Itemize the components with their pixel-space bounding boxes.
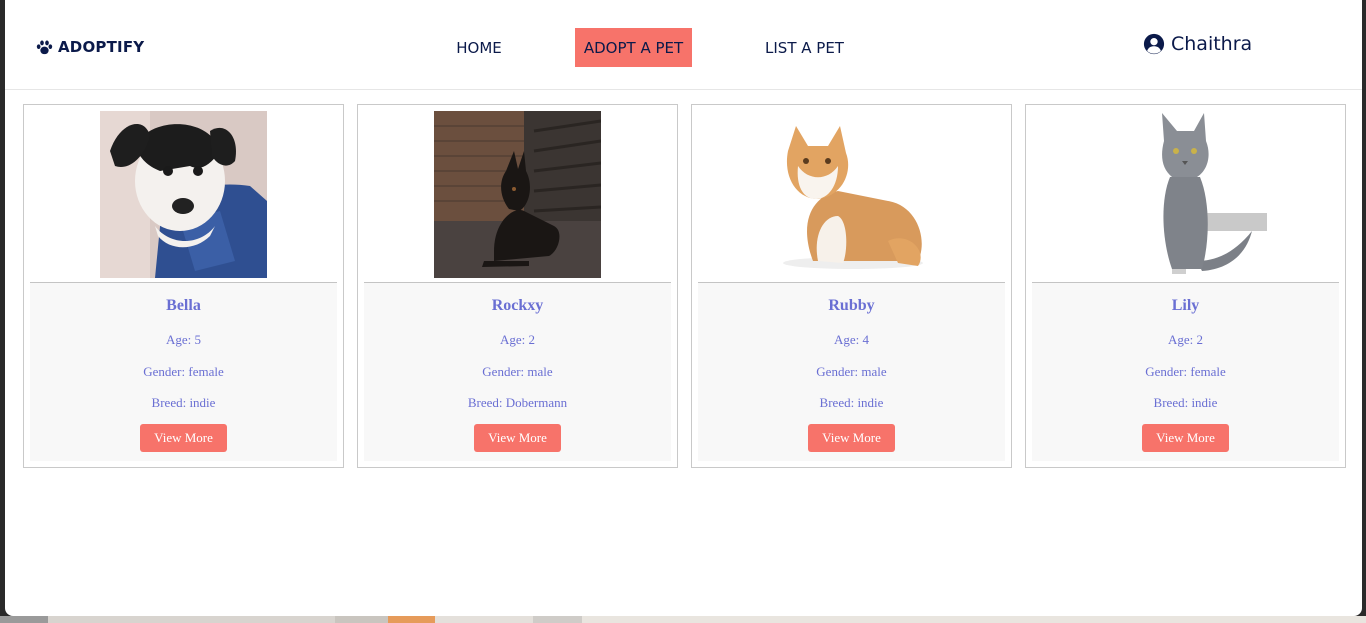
pet-gender: Gender: male <box>816 364 887 379</box>
pet-image-frame <box>30 111 337 283</box>
pet-card-grid: Bella Age: 5 Gender: female Breed: indie… <box>23 104 1346 468</box>
grey-kitten-photo <box>1102 111 1269 278</box>
nav-list-a-pet[interactable]: LIST A PET <box>758 28 851 67</box>
pet-card: Lily Age: 2 Gender: female Breed: indie … <box>1025 104 1346 468</box>
pet-name: Bella <box>166 297 201 314</box>
view-more-button[interactable]: View More <box>1142 424 1229 452</box>
pet-card-body: Bella Age: 5 Gender: female Breed: indie… <box>30 283 337 461</box>
brand-logo[interactable]: ADOPTIFY <box>36 38 144 56</box>
pet-image-frame <box>698 111 1005 283</box>
pet-image-frame <box>1032 111 1339 283</box>
browser-window: ADOPTIFY HOME ADOPT A PET LIST A PET Cha… <box>5 0 1362 616</box>
puppy-photo <box>100 111 267 278</box>
pet-gender: Gender: male <box>482 364 553 379</box>
pet-gender: Gender: female <box>143 364 224 379</box>
pet-breed: Breed: indie <box>819 395 884 410</box>
pet-image-frame <box>364 111 671 283</box>
pet-breed: Breed: Dobermann <box>467 395 568 410</box>
pet-breed: Breed: indie <box>1153 395 1218 410</box>
pet-breed: Breed: indie <box>151 395 216 410</box>
pet-age: Age: 4 <box>833 332 870 347</box>
dobermann-photo <box>434 111 601 278</box>
pet-name: Rubby <box>828 297 875 314</box>
pet-name: Rockxy <box>491 297 544 314</box>
pet-gender: Gender: female <box>1145 364 1226 379</box>
view-more-button[interactable]: View More <box>140 424 227 452</box>
nav-adopt-a-pet[interactable]: ADOPT A PET <box>575 28 692 67</box>
taskbar-strip <box>0 616 1366 623</box>
pet-age: Age: 2 <box>499 332 536 347</box>
pet-age: Age: 5 <box>165 332 202 347</box>
pet-name: Lily <box>1171 297 1200 314</box>
pet-age: Age: 2 <box>1167 332 1204 347</box>
pet-card: Bella Age: 5 Gender: female Breed: indie… <box>23 104 344 468</box>
user-name: Chaithra <box>1171 33 1253 55</box>
pet-card-body: Rubby Age: 4 Gender: male Breed: indie V… <box>698 283 1005 461</box>
plush-cat-photo <box>768 111 935 278</box>
pet-card-body: Rockxy Age: 2 Gender: male Breed: Doberm… <box>364 283 671 461</box>
pet-card: Rockxy Age: 2 Gender: male Breed: Doberm… <box>357 104 678 468</box>
navbar: ADOPTIFY HOME ADOPT A PET LIST A PET Cha… <box>5 0 1362 90</box>
paw-icon <box>36 40 53 54</box>
user-menu[interactable]: Chaithra <box>1143 33 1252 55</box>
nav-home[interactable]: HOME <box>446 28 512 67</box>
pet-card: Rubby Age: 4 Gender: male Breed: indie V… <box>691 104 1012 468</box>
view-more-button[interactable]: View More <box>808 424 895 452</box>
user-circle-icon <box>1143 33 1165 55</box>
pet-card-body: Lily Age: 2 Gender: female Breed: indie … <box>1032 283 1339 461</box>
brand-name: ADOPTIFY <box>58 38 145 56</box>
view-more-button[interactable]: View More <box>474 424 561 452</box>
